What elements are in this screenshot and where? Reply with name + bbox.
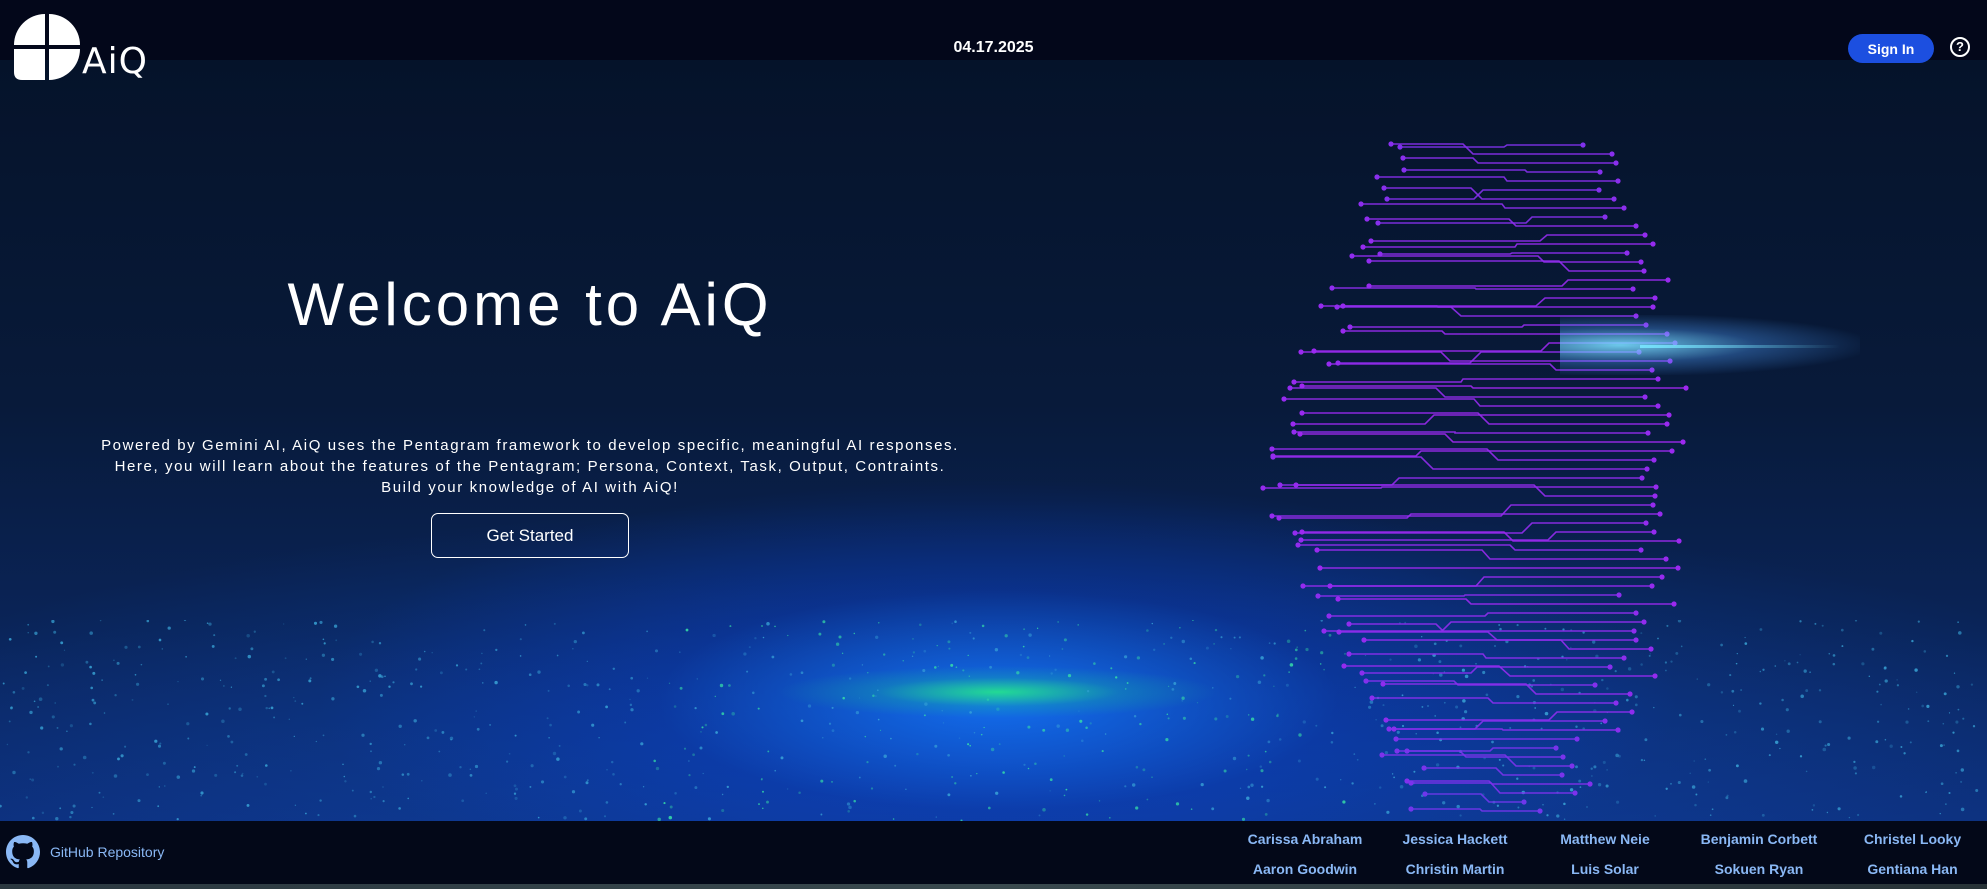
get-started-button[interactable]: Get Started [431, 513, 629, 558]
contributor-name[interactable]: Aaron Goodwin [1230, 852, 1380, 882]
footer: GitHub Repository Carissa Abraham Jessic… [0, 821, 1987, 884]
contributor-name[interactable]: Carissa Abraham [1230, 821, 1380, 852]
github-repository-link[interactable]: GitHub Repository [6, 835, 164, 869]
hero-description: Powered by Gemini AI, AiQ uses the Penta… [70, 435, 990, 498]
description-line: Here, you will learn about the features … [114, 458, 946, 475]
contributor-name[interactable]: Sokuen Ryan [1680, 852, 1838, 882]
github-octocat-icon [6, 835, 40, 869]
contributor-name[interactable]: Christin Martin [1380, 852, 1530, 882]
contributor-name[interactable]: Gentiana Han [1838, 852, 1987, 882]
sign-in-button[interactable]: Sign In [1848, 34, 1934, 63]
contributor-name[interactable]: Matthew Neie [1530, 821, 1680, 852]
circuit-head-illustration [1260, 141, 1689, 814]
description-line: Build your knowledge of AI with AiQ! [381, 479, 679, 496]
contributor-name[interactable]: Christel Looky [1838, 821, 1987, 852]
top-nav-bar: AiQ 04.17.2025 Sign In ? [0, 0, 1987, 82]
contributor-name[interactable]: Luis Solar [1530, 852, 1680, 882]
welcome-title: Welcome to AiQ [287, 271, 773, 338]
contributors-list: Carissa Abraham Jessica Hackett Matthew … [1230, 821, 1987, 884]
contributor-name[interactable]: Jessica Hackett [1380, 821, 1530, 852]
github-repository-label: GitHub Repository [50, 844, 165, 860]
current-date: 04.17.2025 [953, 39, 1034, 56]
footer-bottom-strip [0, 884, 1987, 889]
light-beam [1640, 345, 1840, 348]
contributor-name[interactable]: Benjamin Corbett [1680, 821, 1838, 852]
question-circle-icon[interactable]: ? [1950, 37, 1970, 57]
description-line: Powered by Gemini AI, AiQ uses the Penta… [101, 437, 959, 454]
